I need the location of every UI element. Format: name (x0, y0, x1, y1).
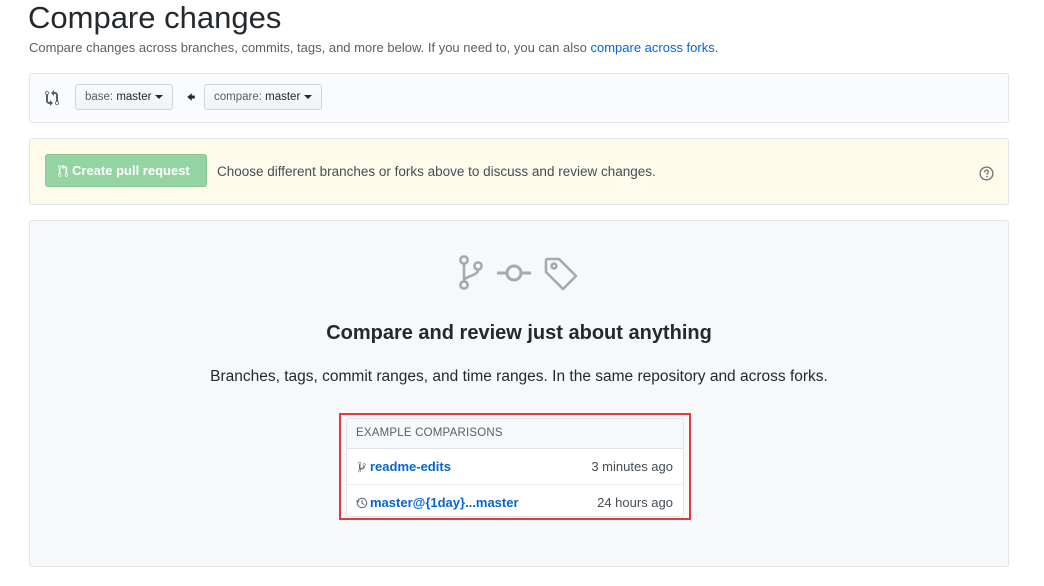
highlight-box: EXAMPLE COMPARISONS readme-edits 3 minut… (339, 413, 691, 520)
example-comparison-time: 3 minutes ago (591, 459, 673, 474)
example-comparisons-header: EXAMPLE COMPARISONS (347, 419, 683, 449)
compare-range-editor: base: master compare: master (29, 73, 1009, 123)
blankslate-title: Compare and review just about anything (326, 322, 712, 344)
compare-branch-select[interactable]: compare: master (204, 84, 323, 110)
git-pull-request-icon (58, 164, 68, 177)
compare-across-forks-link[interactable]: compare across forks (590, 40, 714, 55)
create-pull-request-button[interactable]: Create pull request (45, 154, 207, 187)
git-branch-icon (358, 461, 366, 473)
caret-down-icon (155, 94, 164, 99)
base-prefix: base: (85, 91, 117, 103)
compare-branch-name: master (265, 91, 301, 103)
list-item[interactable]: readme-edits 3 minutes ago (347, 449, 683, 485)
base-branch-name: master (116, 91, 152, 103)
history-icon (356, 497, 368, 509)
flash-message: Choose different branches or forks above… (217, 164, 656, 179)
create-pull-request-label: Create pull request (72, 163, 190, 178)
git-branch-icon (459, 255, 483, 290)
subtitle-text: Compare changes across branches, commits… (29, 40, 591, 55)
compare-prefix: compare: (214, 91, 266, 103)
git-commit-icon (497, 264, 531, 282)
example-comparison-link[interactable]: master@{1day}...master (370, 485, 519, 520)
example-comparison-time: 24 hours ago (597, 495, 673, 510)
git-compare-icon[interactable] (45, 90, 59, 106)
blankslate-icons (459, 255, 578, 291)
blankslate: Compare and review just about anything B… (29, 220, 1009, 567)
subtitle-end: . (714, 40, 719, 55)
compare-flash-banner: Create pull request Choose different bra… (29, 138, 1009, 205)
page-subtitle: Compare changes across branches, commits… (29, 40, 718, 56)
blankslate-description: Branches, tags, commit ranges, and time … (210, 368, 828, 385)
caret-down-icon (304, 94, 313, 99)
arrow-left-icon (187, 93, 195, 101)
page-title: Compare changes (28, 0, 282, 35)
list-item[interactable]: master@{1day}...master 24 hours ago (347, 485, 683, 520)
base-branch-select[interactable]: base: master (75, 84, 174, 110)
question-icon[interactable] (979, 166, 994, 181)
example-comparison-link[interactable]: readme-edits (370, 449, 451, 484)
example-comparisons: EXAMPLE COMPARISONS readme-edits 3 minut… (346, 418, 684, 517)
tag-icon (544, 257, 578, 291)
